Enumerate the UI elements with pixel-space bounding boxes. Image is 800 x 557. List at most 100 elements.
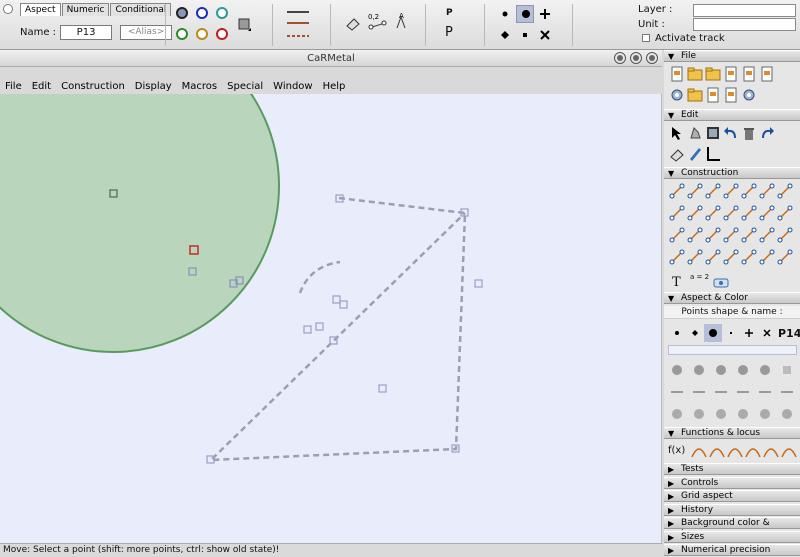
arc-icon[interactable] (686, 226, 704, 244)
shape-circle-icon[interactable] (704, 324, 722, 342)
point-dot-icon[interactable] (516, 26, 534, 44)
intersection-icon[interactable] (758, 204, 776, 222)
half-disc-icon[interactable] (756, 405, 774, 423)
perpendicular-icon[interactable] (758, 182, 776, 200)
shape-plus-icon[interactable] (740, 324, 758, 342)
menu-construction[interactable]: Construction (56, 81, 130, 92)
vector-icon[interactable] (704, 204, 722, 222)
pen-tool-icon[interactable] (686, 145, 704, 163)
arc-arrow-icon[interactable] (756, 383, 774, 401)
circle-grey4-icon[interactable] (734, 361, 752, 379)
save-as-icon[interactable] (740, 65, 758, 83)
color-red-icon[interactable] (216, 28, 228, 40)
import-icon[interactable] (722, 86, 740, 104)
section-history[interactable]: ▶ History (664, 504, 800, 516)
arc-3pts-icon[interactable] (686, 248, 704, 266)
circle-radius-icon[interactable] (668, 226, 686, 244)
shape-small-icon[interactable] (668, 324, 686, 342)
angle-icon[interactable] (734, 383, 752, 401)
circle-3pts-icon[interactable] (686, 204, 704, 222)
angle-label-icon[interactable]: A (392, 12, 410, 30)
circle-center-icon[interactable] (668, 248, 686, 266)
translation-icon[interactable] (722, 226, 740, 244)
hand-tool-icon[interactable] (686, 124, 704, 142)
point-icon[interactable] (668, 182, 686, 200)
point-label-large[interactable]: P (445, 25, 453, 40)
transform-icon[interactable] (776, 248, 794, 266)
parametric-icon[interactable] (726, 443, 744, 461)
maximize-button[interactable] (630, 52, 642, 64)
layer-field[interactable] (693, 4, 796, 17)
line-dot-icon[interactable] (712, 383, 730, 401)
point-name-sample[interactable]: P14 (778, 327, 800, 340)
decimals-icon[interactable]: 0,2 (366, 12, 388, 30)
transparency-icon[interactable] (778, 405, 796, 423)
activate-track-checkbox[interactable] (642, 34, 650, 42)
section-sizes[interactable]: ▶ Sizes (664, 531, 800, 543)
animation-icon[interactable] (712, 274, 730, 292)
square-grey-icon[interactable] (778, 361, 796, 379)
tab-numeric[interactable]: Numeric (61, 3, 110, 16)
conic-icon[interactable] (704, 248, 722, 266)
menu-special[interactable]: Special (222, 81, 268, 92)
section-numerical-precision[interactable]: ▶ Numerical precision (664, 544, 800, 556)
eraser-icon[interactable] (344, 14, 362, 32)
locus-icon[interactable] (758, 248, 776, 266)
tangent-icon[interactable] (740, 248, 758, 266)
fx-tool[interactable]: f(x) (668, 445, 685, 456)
color-black-icon[interactable] (176, 7, 188, 19)
color-green-icon[interactable] (176, 28, 188, 40)
settings-icon[interactable] (668, 86, 686, 104)
section-functions-locus[interactable]: ▼ Functions & locus (664, 427, 800, 439)
undo-icon[interactable] (722, 124, 740, 142)
color-orange-icon[interactable] (196, 28, 208, 40)
circle-grey5-icon[interactable] (756, 361, 774, 379)
line-solid-icon[interactable] (668, 383, 686, 401)
section-edit[interactable]: ▼ Edit (664, 109, 800, 121)
dashed-arc[interactable] (298, 260, 341, 294)
point[interactable] (315, 322, 324, 331)
decimals-icon[interactable] (778, 383, 796, 401)
cartesian-icon[interactable] (708, 443, 726, 461)
menu-help[interactable]: Help (318, 81, 351, 92)
shape-cross-icon[interactable] (758, 324, 776, 342)
menu-file[interactable]: File (0, 81, 27, 92)
point-cross-icon[interactable] (536, 26, 554, 44)
segment-icon[interactable] (704, 182, 722, 200)
fill-square-icon[interactable] (236, 16, 254, 34)
symmetry-icon[interactable] (776, 204, 794, 222)
geometry-figure[interactable] (0, 94, 662, 543)
macro-file-icon[interactable] (704, 86, 722, 104)
circle-grey-icon[interactable] (668, 361, 686, 379)
parallel-icon[interactable] (776, 182, 794, 200)
move-tool-icon[interactable] (668, 124, 686, 142)
point-small-icon[interactable] (496, 5, 514, 23)
circle-grey2-icon[interactable] (690, 361, 708, 379)
menu-macros[interactable]: Macros (177, 81, 222, 92)
ray-icon[interactable] (722, 182, 740, 200)
open-file-icon[interactable] (704, 65, 722, 83)
folder-settings-icon[interactable] (686, 86, 704, 104)
name-field[interactable]: P13 (60, 25, 113, 40)
angle-label-icon[interactable] (668, 405, 686, 423)
point[interactable] (339, 300, 348, 309)
green-circle[interactable] (0, 94, 280, 353)
label-P-icon[interactable] (712, 405, 730, 423)
point-diamond-icon[interactable] (496, 26, 514, 44)
function-graph-icon[interactable] (690, 443, 708, 461)
section-background[interactable]: ▶Background color & image (664, 517, 800, 539)
new-file-icon[interactable] (668, 65, 686, 83)
color-teal-icon[interactable] (216, 7, 228, 19)
section-construction[interactable]: ▼ Construction (664, 167, 800, 179)
disc-icon[interactable] (734, 405, 752, 423)
aspect-slider[interactable] (668, 345, 797, 355)
line-through-point-icon[interactable] (686, 182, 704, 200)
homothety-icon[interactable] (776, 226, 794, 244)
shape-diamond-icon[interactable] (686, 324, 704, 342)
rotation-icon[interactable] (740, 226, 758, 244)
point[interactable] (303, 325, 312, 334)
trace-icon[interactable] (762, 443, 780, 461)
save-icon[interactable] (722, 65, 740, 83)
export-icon[interactable] (758, 65, 776, 83)
tab-conditional[interactable]: Conditional (110, 3, 172, 16)
